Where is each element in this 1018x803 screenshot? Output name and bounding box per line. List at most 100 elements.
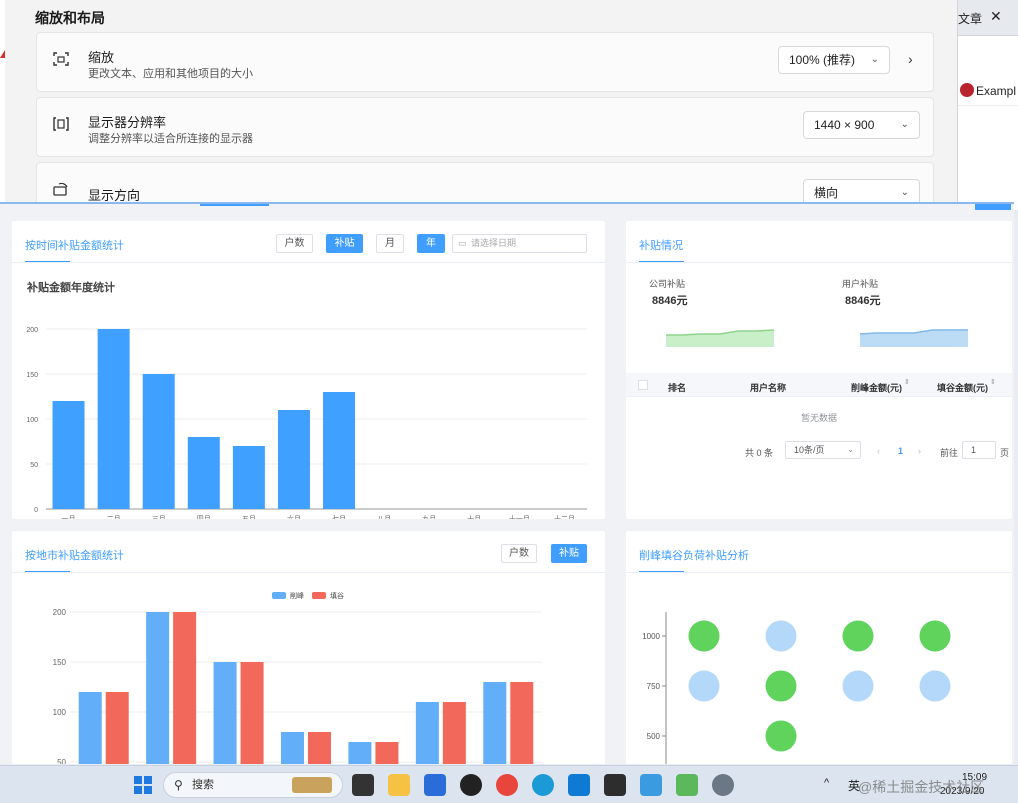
- resolution-label: 显示器分辨率: [88, 115, 167, 130]
- search-icon: ⚲: [174, 778, 183, 792]
- bar: [142, 374, 175, 509]
- subsidy-status-card: 补贴情况 公司补贴 8846元 用户补贴 8846元 排名 用户名称 削峰金额(…: [626, 221, 1012, 519]
- scatter-point: [919, 670, 951, 702]
- watermark-text: @稀土掘金技术社区: [858, 779, 985, 795]
- chrome-icon[interactable]: [496, 774, 518, 796]
- city-subsidy-bar-chart: 削峰 填谷 50 100 150 200: [53, 591, 542, 764]
- y-tick-label: 200: [26, 327, 38, 334]
- card-divider: [626, 572, 1012, 573]
- card-divider: [626, 262, 1012, 263]
- column-peak-amount[interactable]: 削峰金额(元): [851, 381, 902, 394]
- households-button[interactable]: 户数: [276, 234, 313, 253]
- card-title: 补贴情况: [639, 240, 683, 252]
- time-subsidy-card: 按时间补贴金额统计 户数 补贴 月 年 ▭ 请选择日期 补贴金额年度统计 0 50…: [12, 221, 605, 519]
- user-subsidy-label: 用户补贴: [842, 279, 879, 289]
- next-page-icon[interactable]: ›: [918, 446, 921, 456]
- y-tick-label: 0: [34, 507, 38, 514]
- sort-icon[interactable]: ⇕: [990, 378, 996, 386]
- rotate-icon: [51, 179, 73, 201]
- x-tick-label: 一月: [62, 515, 76, 519]
- page-unit-label: 页: [1000, 448, 1010, 458]
- chevron-up-icon[interactable]: ^: [824, 777, 829, 789]
- scale-label: 缩放: [88, 50, 115, 65]
- legend-swatch: [312, 592, 326, 599]
- file-explorer-icon[interactable]: [388, 774, 410, 796]
- page-size-select[interactable]: 10条/页 ⌄: [785, 441, 861, 459]
- settings-gear-icon[interactable]: [712, 774, 734, 796]
- y-tick-label: 50: [57, 758, 66, 764]
- date-picker-input[interactable]: ▭ 请选择日期: [452, 234, 587, 253]
- bar: [213, 662, 237, 764]
- settings-window: 缩放和布局 缩放 更改文本、应用和其他项目的大小 100% (推荐) ⌄ › 显…: [5, 0, 958, 210]
- scale-setting[interactable]: 缩放 更改文本、应用和其他项目的大小 100% (推荐) ⌄ ›: [36, 32, 934, 92]
- subsidy-button[interactable]: 补贴: [326, 234, 363, 253]
- browser-tab-title[interactable]: 文章: [958, 10, 982, 27]
- scale-dropdown[interactable]: 100% (推荐) ⌄: [778, 46, 890, 74]
- bar: [510, 682, 534, 764]
- current-page[interactable]: 1: [898, 446, 903, 456]
- x-tick-label: 九月: [422, 514, 436, 519]
- bar: [308, 732, 331, 764]
- app-icon[interactable]: [676, 774, 698, 796]
- task-view-icon[interactable]: [352, 774, 374, 796]
- card-divider: [12, 572, 605, 573]
- y-tick-label: 100: [53, 708, 67, 717]
- top-action-button[interactable]: [975, 204, 1011, 210]
- notepad-icon[interactable]: [640, 774, 662, 796]
- page-size-value: 10条/页: [794, 445, 825, 455]
- column-rank[interactable]: 排名: [668, 381, 686, 394]
- dell-icon[interactable]: [460, 774, 482, 796]
- households-button[interactable]: 户数: [501, 544, 537, 563]
- bar: [187, 437, 220, 509]
- search-label: 搜索: [192, 779, 214, 791]
- chevron-down-icon: ⌄: [900, 119, 909, 130]
- scatter-point: [765, 720, 797, 752]
- chevron-down-icon: ⌄: [847, 445, 854, 454]
- bar: [52, 401, 85, 509]
- column-valley-amount[interactable]: 填谷金额(元): [937, 381, 988, 394]
- y-tick-label: 150: [26, 372, 38, 379]
- year-button[interactable]: 年: [417, 234, 445, 253]
- terminal-icon[interactable]: [604, 774, 626, 796]
- bar: [483, 682, 507, 764]
- calendar-icon: ▭: [458, 238, 467, 248]
- column-user-name[interactable]: 用户名称: [750, 381, 786, 394]
- subsidy-button[interactable]: 补贴: [551, 544, 587, 563]
- chevron-right-icon[interactable]: ›: [908, 51, 913, 67]
- company-subsidy-label: 公司补贴: [649, 279, 686, 289]
- y-tick-label: 150: [53, 658, 67, 667]
- date-placeholder: 请选择日期: [471, 238, 517, 248]
- scatter-point: [842, 670, 874, 702]
- windows-start-icon[interactable]: [132, 774, 154, 796]
- edge-icon[interactable]: [532, 774, 554, 796]
- bar: [240, 662, 264, 764]
- store-icon[interactable]: [424, 774, 446, 796]
- resolution-dropdown[interactable]: 1440 × 900 ⌄: [803, 111, 920, 139]
- bar: [415, 702, 439, 764]
- y-tick-label: 500: [647, 732, 661, 741]
- bar: [146, 612, 170, 764]
- x-tick-label: 八月: [377, 515, 391, 519]
- prev-page-icon[interactable]: ‹: [877, 446, 880, 456]
- vscode-icon[interactable]: [568, 774, 590, 796]
- settings-section-title: 缩放和布局: [35, 10, 105, 26]
- bar: [173, 612, 197, 764]
- orientation-value: 横向: [814, 186, 839, 200]
- goto-page-input[interactable]: 1: [962, 441, 996, 459]
- bar: [277, 410, 310, 509]
- close-icon[interactable]: ✕: [990, 8, 1002, 25]
- x-tick-label: 七月: [332, 514, 346, 519]
- taskbar-search[interactable]: ⚲ 搜索: [163, 772, 343, 798]
- active-tab-indicator: [200, 204, 269, 206]
- month-button[interactable]: 月: [376, 234, 404, 253]
- sort-icon[interactable]: ⇕: [904, 378, 910, 386]
- scatter-point: [765, 670, 797, 702]
- y-tick-label: 100: [26, 417, 38, 424]
- browser-list-item[interactable]: Exampl: [958, 78, 1018, 106]
- scale-description: 更改文本、应用和其他项目的大小: [88, 68, 253, 80]
- select-all-checkbox[interactable]: [638, 380, 648, 390]
- bar: [281, 732, 304, 764]
- goto-label: 前往: [940, 448, 959, 458]
- y-tick-label: 750: [647, 682, 661, 691]
- card-title: 按地市补贴金额统计: [25, 550, 124, 562]
